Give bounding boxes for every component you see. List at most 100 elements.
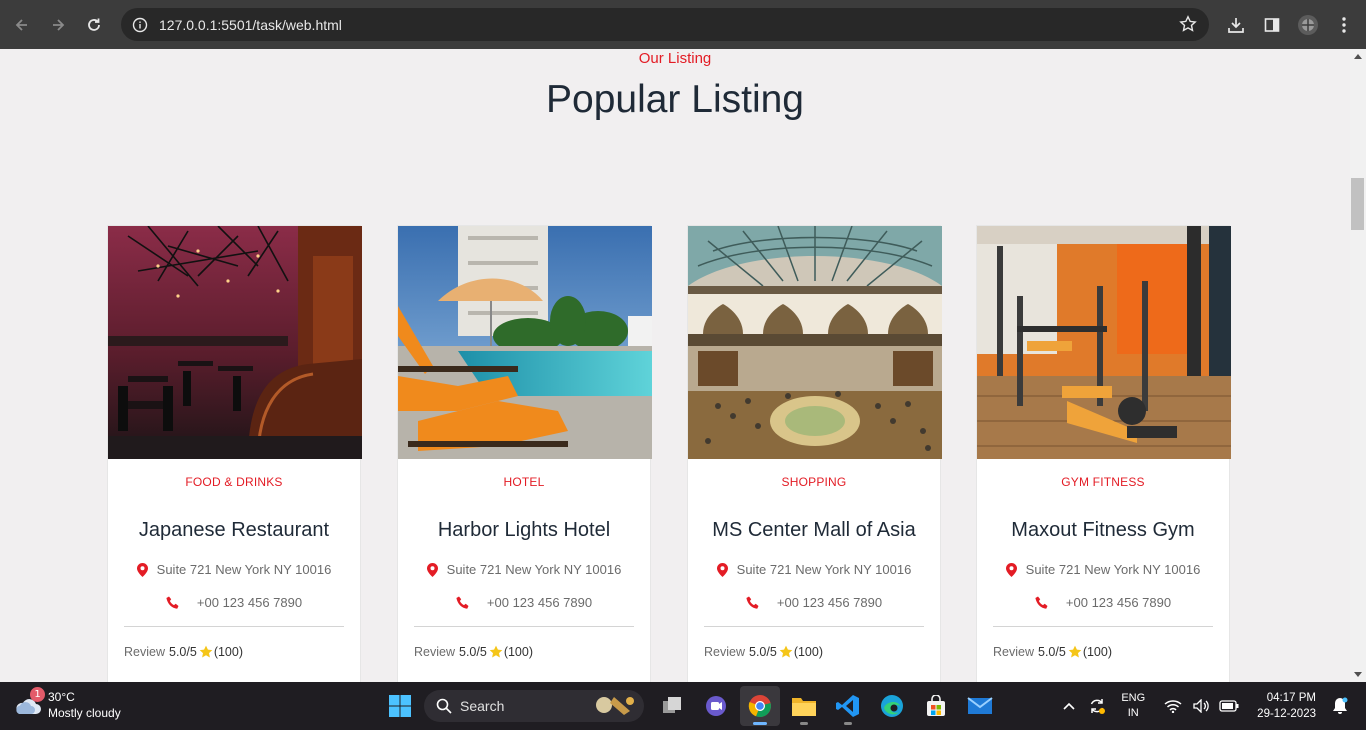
card-phone: +00 123 456 7890 — [688, 595, 940, 610]
chevron-up-icon[interactable] — [1055, 686, 1083, 726]
windows-logo-icon — [389, 695, 411, 717]
card-phone: +00 123 456 7890 — [398, 595, 650, 610]
clock-time: 04:17 PM — [1266, 692, 1316, 704]
review-count: (100) — [1082, 645, 1112, 659]
card-phone-text: +00 123 456 7890 — [486, 595, 593, 610]
language-indicator[interactable]: ENG IN — [1121, 691, 1145, 721]
review-label: Review — [414, 645, 455, 659]
location-pin-icon — [426, 562, 438, 577]
running-indicator — [844, 722, 852, 725]
review-score: 5.0/5 — [169, 645, 197, 659]
clock-date: 29-12-2023 — [1257, 708, 1316, 720]
star-icon — [489, 645, 503, 658]
windows-taskbar: 1 30°C Mostly cloudy Search ENG IN 04:17… — [0, 682, 1366, 730]
phone-icon — [746, 596, 759, 609]
listing-card[interactable]: FOOD & DRINKS Japanese Restaurant Suite … — [107, 225, 362, 682]
card-address-text: Suite 721 New York NY 10016 — [156, 562, 332, 577]
taskbar-apps: Search — [380, 686, 1004, 726]
reload-button[interactable] — [76, 7, 112, 43]
review-label: Review — [124, 645, 165, 659]
review-label: Review — [704, 645, 745, 659]
url-text[interactable]: 127.0.0.1:5501/task/web.html — [159, 17, 342, 33]
search-label: Search — [460, 698, 505, 714]
start-button[interactable] — [380, 686, 420, 726]
downloads-icon[interactable] — [1218, 7, 1254, 43]
location-pin-icon — [136, 562, 148, 577]
review-score: 5.0/5 — [1038, 645, 1066, 659]
scroll-down-arrow-icon[interactable] — [1354, 672, 1362, 677]
star-icon — [199, 645, 213, 658]
page-scrollbar[interactable] — [1350, 49, 1366, 682]
card-review: Review 5.0/5 (100) — [124, 645, 360, 659]
site-info-icon[interactable] — [131, 16, 149, 34]
running-indicator — [800, 722, 808, 725]
card-address-text: Suite 721 New York NY 10016 — [446, 562, 622, 577]
card-category[interactable]: GYM FITNESS — [977, 475, 1229, 489]
back-button[interactable] — [4, 7, 40, 43]
card-divider — [993, 626, 1213, 627]
side-panel-icon[interactable] — [1254, 7, 1290, 43]
card-title[interactable]: Japanese Restaurant — [108, 519, 360, 542]
weather-badge: 1 — [30, 687, 45, 702]
mail-icon[interactable] — [960, 686, 1000, 726]
address-bar[interactable]: 127.0.0.1:5501/task/web.html — [121, 8, 1209, 41]
review-score: 5.0/5 — [459, 645, 487, 659]
menu-kebab-icon[interactable] — [1326, 7, 1362, 43]
card-category[interactable]: SHOPPING — [688, 475, 940, 489]
weather-temp: 30°C — [48, 690, 75, 704]
phone-icon — [456, 596, 469, 609]
scroll-up-arrow-icon[interactable] — [1354, 54, 1362, 59]
file-explorer-icon[interactable] — [784, 686, 824, 726]
bookmark-star-icon[interactable] — [1179, 15, 1197, 37]
card-title[interactable]: Maxout Fitness Gym — [977, 519, 1229, 542]
battery-icon[interactable] — [1215, 686, 1243, 726]
card-category[interactable]: HOTEL — [398, 475, 650, 489]
lang-line1: ENG — [1121, 692, 1146, 704]
star-icon — [1068, 645, 1082, 658]
profile-avatar[interactable] — [1290, 7, 1326, 43]
listing-card[interactable]: GYM FITNESS Maxout Fitness Gym Suite 721… — [976, 225, 1231, 682]
card-divider — [704, 626, 924, 627]
card-phone-text: +00 123 456 7890 — [776, 595, 883, 610]
card-phone: +00 123 456 7890 — [977, 595, 1229, 610]
forward-arrow-icon — [53, 18, 65, 31]
page-viewport: Our Listing Popular Listing FOOD & DRINK… — [0, 49, 1350, 682]
chrome-taskbar-icon[interactable] — [740, 686, 780, 726]
notification-bell-icon[interactable] — [1326, 686, 1354, 726]
scrollbar-thumb[interactable] — [1351, 178, 1364, 230]
active-indicator — [753, 722, 767, 725]
listing-card[interactable]: HOTEL Harbor Lights Hotel Suite 721 New … — [397, 225, 652, 682]
wifi-icon[interactable] — [1159, 686, 1187, 726]
card-review: Review 5.0/5 (100) — [704, 645, 940, 659]
card-title[interactable]: Harbor Lights Hotel — [398, 519, 650, 542]
forward-button[interactable] — [40, 7, 76, 43]
review-count: (100) — [503, 645, 533, 659]
card-title[interactable]: MS Center Mall of Asia — [688, 519, 940, 542]
card-phone: +00 123 456 7890 — [108, 595, 360, 610]
location-pin-icon — [716, 562, 728, 577]
card-phone-text: +00 123 456 7890 — [1065, 595, 1172, 610]
weather-widget[interactable]: 1 30°C Mostly cloudy — [14, 687, 121, 721]
browser-actions — [1218, 0, 1366, 49]
back-arrow-icon — [15, 18, 27, 31]
card-phone-text: +00 123 456 7890 — [196, 595, 303, 610]
card-address: Suite 721 New York NY 10016 — [108, 562, 360, 577]
chat-app-icon[interactable] — [696, 686, 736, 726]
card-divider — [414, 626, 634, 627]
hotel-pool-image — [398, 226, 652, 459]
card-divider — [124, 626, 344, 627]
listing-card[interactable]: SHOPPING MS Center Mall of Asia Suite 72… — [687, 225, 942, 682]
search-highlight-icon — [596, 697, 634, 715]
taskbar-search[interactable]: Search — [424, 690, 644, 722]
system-clock[interactable]: 04:17 PM 29-12-2023 — [1257, 690, 1316, 722]
volume-icon[interactable] — [1187, 686, 1215, 726]
sync-icon[interactable] — [1083, 686, 1111, 726]
phone-icon — [1035, 596, 1048, 609]
task-view-icon[interactable] — [652, 686, 692, 726]
edge-icon[interactable] — [872, 686, 912, 726]
vscode-icon[interactable] — [828, 686, 868, 726]
lang-line2: IN — [1127, 707, 1139, 719]
store-icon[interactable] — [916, 686, 956, 726]
card-address: Suite 721 New York NY 10016 — [977, 562, 1229, 577]
card-category[interactable]: FOOD & DRINKS — [108, 475, 360, 489]
